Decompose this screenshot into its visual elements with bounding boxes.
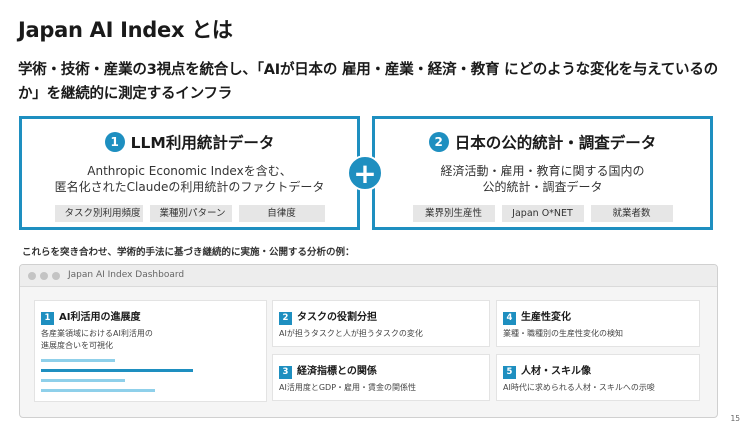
public-stats-tags: 業界別生産性 Japan O*NET 就業者数 [375, 205, 710, 222]
window-title: Japan AI Index Dashboard [68, 270, 185, 280]
card-description: 各産業領域におけるAI利活用の 進展度合いを可視化 [41, 328, 153, 352]
window-titlebar: Japan AI Index Dashboard [20, 265, 717, 287]
card-title: AI利活用の進展度 [59, 312, 141, 323]
card-heading: 5 人材・スキル像 [503, 362, 591, 379]
tag: Japan O*NET [501, 205, 584, 222]
tag: タスク別利用頻度 [54, 205, 143, 222]
number-badge: 1 [104, 132, 125, 152]
card-number: 2 [279, 312, 292, 325]
plus-icon: + [347, 155, 383, 191]
card-heading: 3 経済指標との関係 [279, 362, 377, 379]
card-heading: 2 タスクの役割分担 [279, 308, 377, 325]
progress-bar [41, 369, 193, 372]
card-desc-line1: 各産業領域におけるAI利活用の [41, 329, 153, 338]
public-stats-title: 日本の公的統計・調査データ [454, 134, 657, 152]
card-heading: 4 生産性変化 [503, 308, 571, 325]
card-number: 1 [41, 312, 54, 325]
tag: 業界別生産性 [412, 205, 495, 222]
tag: 業種別パターン [149, 205, 232, 222]
llm-stats-heading: 1 LLM利用統計データ [22, 131, 357, 153]
llm-stats-tags: タスク別利用頻度 業種別パターン 自律度 [22, 205, 357, 222]
analysis-caption: これらを突き合わせ、学術的手法に基づき継続的に実施・公開する分析の例： [22, 247, 355, 258]
analysis-card-productivity[interactable]: 4 生産性変化 業種・職種別の生産性変化の検知 [496, 300, 700, 347]
public-stats-description: 経済活動・雇用・教育に関する国内の 公的統計・調査データ [375, 163, 710, 195]
card-number: 4 [503, 312, 516, 325]
public-stats-heading: 2 日本の公的統計・調査データ [375, 131, 710, 153]
llm-stats-desc-line2: 匿名化されたClaudeの利用統計のファクトデータ [54, 180, 325, 194]
card-number: 5 [503, 366, 516, 379]
lead-text: 学術・技術・産業の3視点を統合し、「AIが日本の 雇用・産業・経済・教育 にどの… [18, 62, 718, 102]
public-stats-desc-line2: 公的統計・調査データ [482, 180, 603, 194]
card-desc-line2: 進展度合いを可視化 [41, 341, 113, 350]
public-stats-desc-line1: 経済活動・雇用・教育に関する国内の [440, 164, 645, 178]
tag: 自律度 [238, 205, 325, 222]
tag: 就業者数 [590, 205, 673, 222]
card-title: 生産性変化 [521, 312, 571, 323]
card-title: 人材・スキル像 [521, 366, 591, 377]
progress-bar [41, 379, 125, 382]
card-description: AI時代に求められる人材・スキルへの示唆 [503, 383, 655, 392]
window-dot-icon [40, 272, 48, 280]
llm-stats-desc-line1: Anthropic Economic Indexを含む、 [87, 164, 292, 178]
card-title: 経済指標との関係 [297, 366, 377, 377]
page-title: Japan AI Index とは [18, 18, 233, 42]
progress-bar [41, 359, 115, 362]
public-stats-box: 2 日本の公的統計・調査データ 経済活動・雇用・教育に関する国内の 公的統計・調査… [372, 116, 713, 230]
card-description: AIが担うタスクと人が担うタスクの変化 [279, 329, 423, 338]
llm-stats-description: Anthropic Economic Indexを含む、 匿名化されたClaud… [22, 163, 357, 195]
analysis-card-talent-skills[interactable]: 5 人材・スキル像 AI時代に求められる人材・スキルへの示唆 [496, 354, 700, 401]
dashboard-window: Japan AI Index Dashboard 1 AI利活用の進展度 各産業領… [19, 264, 718, 418]
card-heading: 1 AI利活用の進展度 [41, 308, 140, 325]
card-description: AI活用度とGDP・雇用・賃金の関係性 [279, 383, 417, 392]
window-dot-icon [28, 272, 36, 280]
card-title: タスクの役割分担 [297, 312, 377, 323]
analysis-card-ai-progress[interactable]: 1 AI利活用の進展度 各産業領域におけるAI利活用の 進展度合いを可視化 [34, 300, 267, 402]
llm-stats-title: LLM利用統計データ [130, 134, 275, 152]
window-dot-icon [52, 272, 60, 280]
card-description: 業種・職種別の生産性変化の検知 [503, 329, 623, 338]
progress-bar [41, 389, 155, 392]
analysis-card-economic-indicators[interactable]: 3 経済指標との関係 AI活用度とGDP・雇用・賃金の関係性 [272, 354, 490, 401]
number-badge: 2 [428, 132, 449, 152]
page-number: 15 [730, 414, 740, 423]
llm-stats-box: 1 LLM利用統計データ Anthropic Economic Indexを含む、… [19, 116, 360, 230]
card-number: 3 [279, 366, 292, 379]
analysis-card-task-division[interactable]: 2 タスクの役割分担 AIが担うタスクと人が担うタスクの変化 [272, 300, 490, 347]
